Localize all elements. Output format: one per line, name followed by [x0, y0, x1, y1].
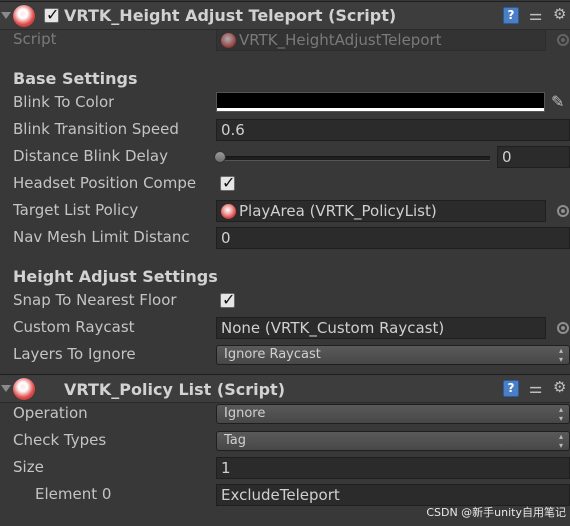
operation-dropdown[interactable]: Ignore ▴ ▾ [216, 404, 570, 424]
nav-mesh-limit-input[interactable]: 0 [216, 227, 570, 249]
dropdown-arrows-icon: ▴ ▾ [558, 346, 563, 364]
snap-to-floor-checkbox[interactable]: ✓ [220, 290, 236, 309]
operation-label: Operation [13, 404, 88, 422]
distance-blink-delay-input[interactable]: 0 [497, 146, 570, 168]
script-label: Script [13, 30, 57, 48]
layers-to-ignore-label: Layers To Ignore [13, 345, 136, 363]
foldout-arrow-icon[interactable] [1, 12, 11, 19]
sliders-icon[interactable]: ⚌ [529, 379, 542, 397]
component-header-policy-list[interactable]: VRTK_Policy List (Script) ? ⚌ ⚙ [0, 374, 570, 403]
snap-to-floor-label: Snap To Nearest Floor [13, 291, 177, 309]
operation-value: Ignore [224, 406, 266, 421]
policy-list-script-icon [221, 204, 236, 219]
base-settings-heading: Base Settings [13, 69, 138, 88]
layers-to-ignore-dropdown[interactable]: Ignore Raycast ▴ ▾ [216, 345, 570, 365]
object-picker-icon[interactable] [557, 322, 569, 334]
script-value: VRTK_HeightAdjustTeleport [239, 31, 442, 49]
target-list-policy-field[interactable]: PlayArea (VRTK_PolicyList) [216, 200, 546, 222]
element-0-label: Element 0 [35, 485, 112, 503]
checkmark-icon: ✓ [222, 173, 236, 192]
checkmark-icon: ✓ [46, 5, 60, 24]
component-enabled-checkbox[interactable]: ✓ [44, 5, 60, 24]
distance-blink-delay-label: Distance Blink Delay [13, 147, 168, 165]
headset-position-comp-label: Headset Position Compe [13, 174, 197, 192]
height-adjust-settings-heading: Height Adjust Settings [13, 267, 218, 286]
custom-raycast-label: Custom Raycast [13, 318, 135, 336]
foldout-arrow-icon[interactable] [1, 385, 11, 392]
element-0-input[interactable]: ExcludeTeleport [216, 484, 570, 506]
script-icon [13, 378, 35, 400]
blink-to-color-label: Blink To Color [13, 93, 115, 111]
object-picker-icon[interactable] [557, 205, 569, 217]
dropdown-arrows-icon: ▴ ▾ [558, 432, 563, 450]
gear-icon[interactable]: ⚙ [553, 5, 566, 23]
target-list-policy-value: PlayArea (VRTK_PolicyList) [239, 202, 437, 220]
check-types-label: Check Types [13, 431, 107, 449]
help-book-icon[interactable]: ? [503, 7, 519, 24]
script-field: VRTK_HeightAdjustTeleport [216, 29, 546, 51]
help-book-icon[interactable]: ? [503, 380, 519, 397]
slider-thumb[interactable] [214, 151, 226, 163]
script-asset-icon [221, 33, 236, 48]
nav-mesh-limit-label: Nav Mesh Limit Distanc [13, 228, 190, 246]
gear-icon[interactable]: ⚙ [553, 378, 566, 396]
component-header-height-adjust[interactable]: ✓ VRTK_Height Adjust Teleport (Script) ?… [0, 1, 570, 30]
size-label: Size [13, 458, 44, 476]
color-alpha-bar [217, 108, 544, 111]
component-title: VRTK_Height Adjust Teleport (Script) [64, 6, 397, 25]
size-input[interactable]: 1 [216, 457, 570, 479]
check-types-dropdown[interactable]: Tag ▴ ▾ [216, 431, 570, 451]
headset-position-comp-checkbox[interactable]: ✓ [220, 173, 236, 192]
dropdown-arrows-icon: ▴ ▾ [558, 405, 563, 423]
sliders-icon[interactable]: ⚌ [529, 6, 542, 24]
blink-transition-speed-label: Blink Transition Speed [13, 120, 179, 138]
layers-to-ignore-value: Ignore Raycast [224, 347, 321, 362]
custom-raycast-field[interactable]: None (VRTK_Custom Raycast) [216, 317, 546, 339]
blink-color-field[interactable] [216, 92, 545, 112]
watermark: CSDN @新手unity自用笔记 [426, 506, 566, 519]
checkmark-icon: ✓ [222, 290, 236, 309]
object-picker-icon [557, 34, 569, 46]
target-list-policy-label: Target List Policy [13, 201, 139, 219]
blink-transition-speed-input[interactable]: 0.6 [216, 119, 570, 141]
check-types-value: Tag [224, 433, 247, 448]
distance-blink-delay-slider[interactable] [218, 156, 490, 161]
component-title: VRTK_Policy List (Script) [64, 380, 285, 399]
eyedropper-icon[interactable]: ✎ [551, 93, 564, 111]
script-icon [13, 5, 35, 27]
